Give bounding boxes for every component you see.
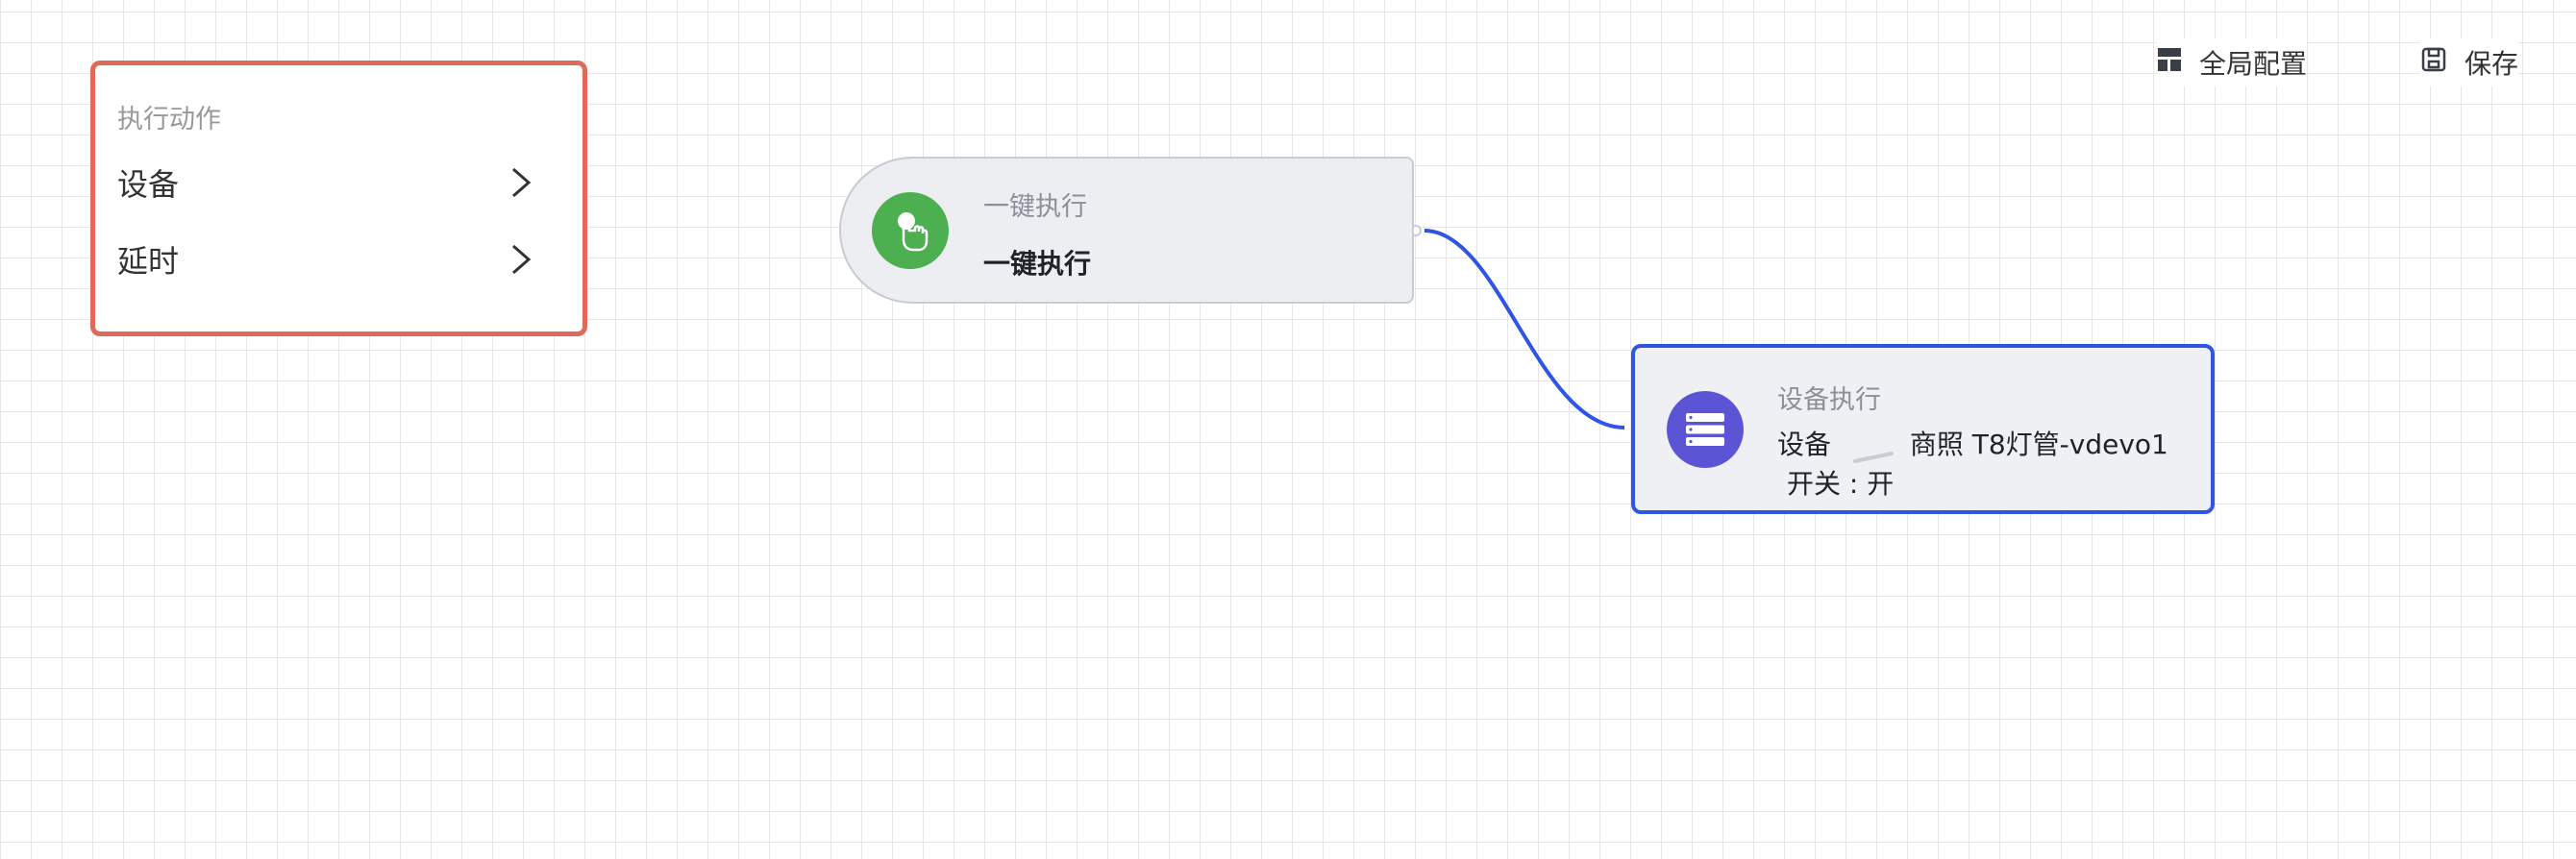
global-config-label: 全局配置 xyxy=(2199,48,2308,80)
trigger-node[interactable]: 一键执行 一键执行 xyxy=(839,157,1414,304)
trigger-node-title: 一键执行 xyxy=(983,248,1092,280)
panel-item-device[interactable]: 设备 xyxy=(117,156,540,209)
device-name: 商照 T8灯管-vdevo1 xyxy=(1909,429,2168,460)
global-config-button[interactable]: 全局配置 xyxy=(2157,38,2308,86)
save-icon xyxy=(2420,46,2447,80)
save-button[interactable]: 保存 xyxy=(2420,38,2519,86)
device-thumbnail-icon xyxy=(1852,438,1895,463)
chevron-right-icon xyxy=(502,163,540,202)
chevron-right-icon xyxy=(502,240,540,279)
layout-icon xyxy=(2157,47,2182,79)
panel-title: 执行动作 xyxy=(117,105,221,135)
device-prefix: 设备 xyxy=(1777,429,1832,460)
action-node[interactable]: 设备执行 设备 商照 T8灯管-vdevo1 开关 : 开 xyxy=(1631,344,2215,514)
panel-item-delay[interactable]: 延时 xyxy=(117,233,540,286)
server-stack-icon xyxy=(1667,391,1744,468)
action-node-device-line: 设备 商照 T8灯管-vdevo1 xyxy=(1777,424,2168,463)
panel-item-label: 延时 xyxy=(117,243,180,280)
action-node-state: 开关 : 开 xyxy=(1787,468,1895,500)
action-node-subtitle: 设备执行 xyxy=(1777,385,1881,415)
tap-hand-icon xyxy=(872,192,949,269)
trigger-node-subtitle: 一键执行 xyxy=(983,192,1087,222)
panel-item-label: 设备 xyxy=(117,166,180,203)
save-label: 保存 xyxy=(2465,48,2519,80)
action-panel: 执行动作 设备 延时 xyxy=(90,61,587,336)
